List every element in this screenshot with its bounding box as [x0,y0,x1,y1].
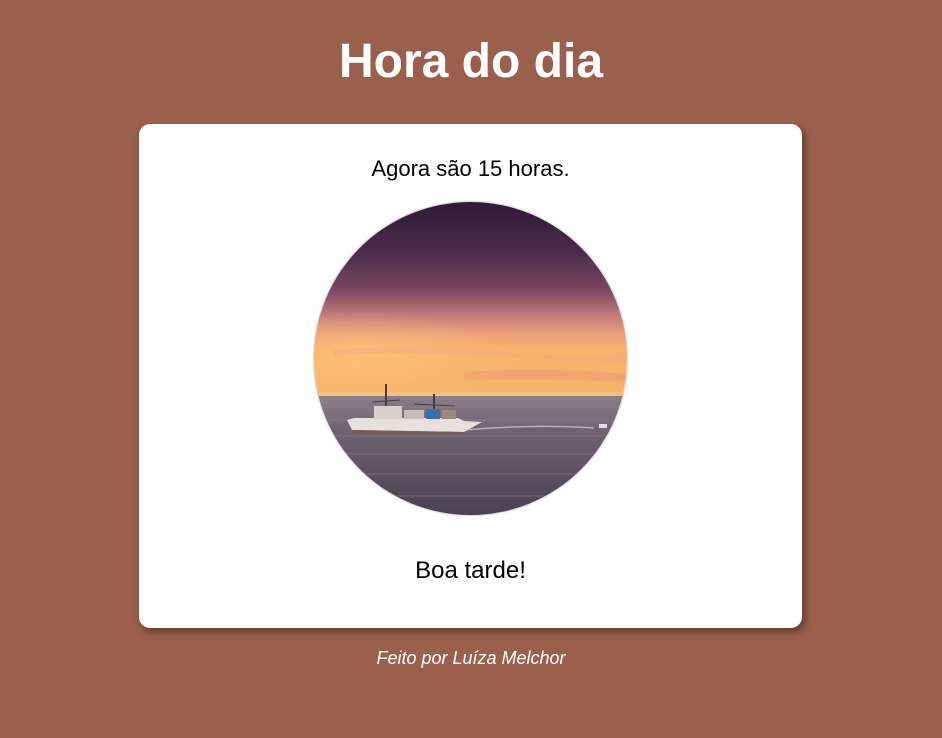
sunset-boat-illustration [314,202,627,515]
page-title: Hora do dia [338,35,604,88]
time-message: Agora são 15 horas. [371,156,570,181]
footer-credit: Feito por Luíza Melchor [376,648,566,668]
greeting-message: Boa tarde! [415,557,526,584]
content-card: Agora são 15 horas. Boa tarde! [139,124,802,628]
time-of-day-image [314,202,627,515]
